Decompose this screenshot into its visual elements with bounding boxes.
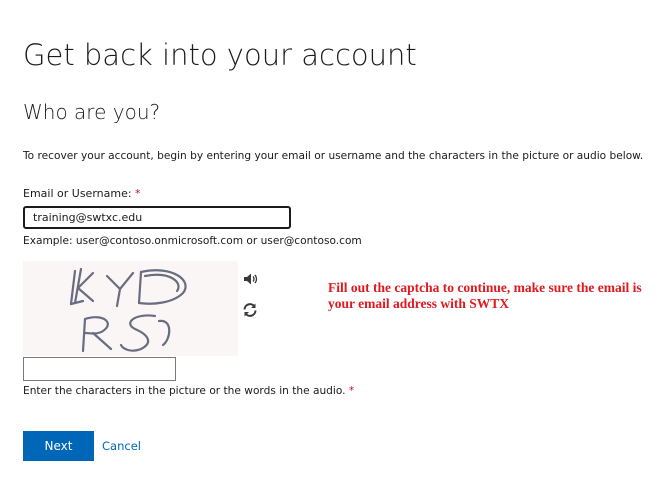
captcha-annotation: Fill out the captcha to continue, make s…: [328, 280, 642, 311]
email-required-marker: *: [135, 187, 141, 200]
captcha-image: [23, 261, 238, 356]
next-button[interactable]: Next: [23, 431, 94, 461]
page-subtitle: Who are you?: [23, 100, 161, 124]
captcha-help: Enter the characters in the picture or t…: [23, 385, 354, 397]
captcha-help-text: Enter the characters in the picture or t…: [23, 385, 346, 397]
cancel-link[interactable]: Cancel: [102, 439, 141, 453]
captcha-required-marker: *: [348, 385, 355, 397]
page-title: Get back into your account: [23, 38, 417, 72]
email-field[interactable]: [23, 206, 291, 229]
email-label-text: Email or Username:: [23, 187, 132, 200]
captcha-input[interactable]: [23, 357, 176, 381]
refresh-icon[interactable]: [241, 301, 259, 319]
instructions-text: To recover your account, begin by enteri…: [23, 150, 644, 162]
speaker-icon[interactable]: [241, 270, 259, 288]
email-field-label: Email or Username: *: [23, 187, 141, 200]
email-example-text: Example: user@contoso.onmicrosoft.com or…: [23, 235, 362, 247]
captcha-drawing: [69, 267, 187, 353]
